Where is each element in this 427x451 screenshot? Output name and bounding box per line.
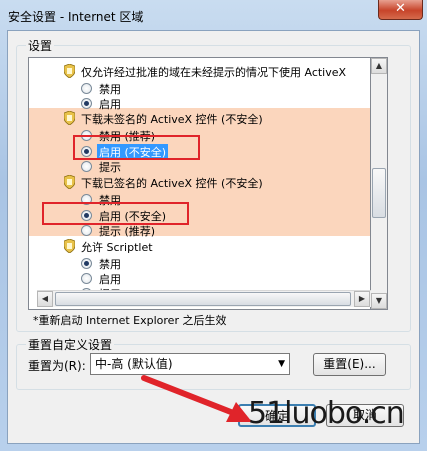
reset-level-value: 中-高 (默认值) [95,357,173,371]
settings-group-label: 设置 [26,37,55,54]
annotation-box-signed [42,202,189,225]
list-item: 下载已签名的 ActiveX 控件 (不安全) [29,174,370,192]
scroll-left-icon[interactable]: ◀ [37,291,53,307]
horizontal-scrollbar[interactable]: ◀ ▶ [37,290,371,307]
watermark-text: 51luobo.cn [248,396,405,431]
shield-icon [64,239,75,253]
radio-button-checked[interactable] [81,98,92,109]
title-bar: 安全设置 - Internet 区域 ✕ [0,0,427,30]
radio-button[interactable] [81,83,92,94]
annotation-box-unsigned [73,135,200,160]
shield-icon [64,175,75,189]
close-button[interactable]: ✕ [378,0,423,20]
radio-button-checked[interactable] [81,258,92,269]
setting-title: 仅允许经过批准的域在未经提示的情况下使用 ActiveX [81,66,347,79]
setting-title: 下载未签名的 ActiveX 控件 (不安全) [81,113,263,126]
option-label: 提示 [99,161,121,174]
restart-note: *重新启动 Internet Explorer 之后生效 [33,314,227,327]
scroll-up-icon[interactable]: ▲ [371,58,387,74]
option-label: 提示 (推荐) [99,225,156,238]
shield-icon [64,111,75,125]
list-item: 仅允许经过批准的域在未经提示的情况下使用 ActiveX [29,63,370,81]
window-title: 安全设置 - Internet 区域 [8,10,144,24]
list-item: 允许 Scriptlet [29,238,370,256]
vertical-scrollbar[interactable]: ▲ ▼ [371,57,388,310]
scroll-thumb[interactable] [372,168,386,218]
setting-title: 允许 Scriptlet [81,241,153,254]
chevron-down-icon: ▼ [278,359,285,369]
scroll-down-icon[interactable]: ▼ [371,293,387,309]
scroll-right-icon[interactable]: ▶ [354,291,370,307]
list-item: 下载未签名的 ActiveX 控件 (不安全) [29,110,370,128]
radio-button[interactable] [81,273,92,284]
setting-title: 下载已签名的 ActiveX 控件 (不安全) [81,177,263,190]
arrow-icon [141,375,252,422]
radio-button[interactable] [81,161,92,172]
reset-button[interactable]: 重置(E)... [313,353,386,376]
radio-button[interactable] [81,225,92,236]
shield-icon [64,64,75,78]
reset-to-label: 重置为(R): [28,359,86,373]
settings-list[interactable]: 仅允许经过批准的域在未经提示的情况下使用 ActiveX 禁用 启用 下载未签名… [28,57,371,310]
reset-group-label: 重置自定义设置 [26,336,115,353]
hscroll-thumb[interactable] [55,292,351,306]
